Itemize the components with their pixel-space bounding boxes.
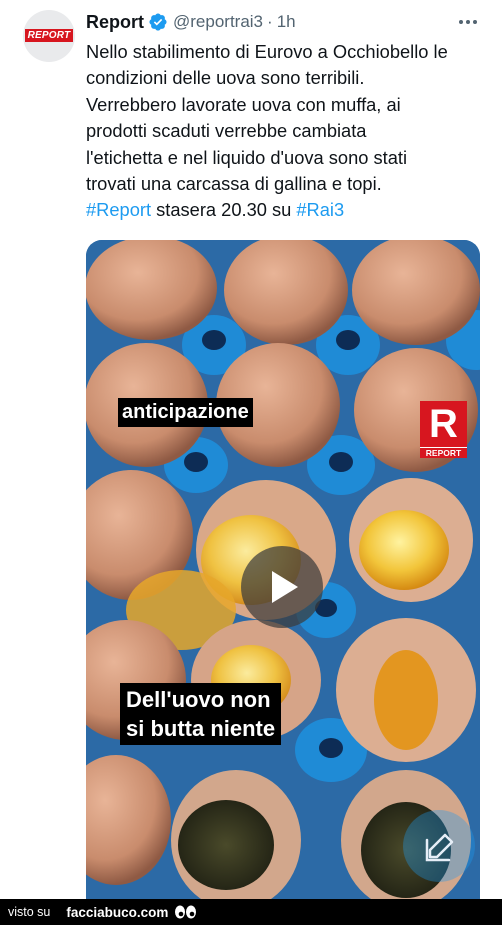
author-handle[interactable]: @reportrai3 (173, 12, 263, 32)
more-options-icon[interactable] (458, 12, 478, 32)
report-logo-letter: R (420, 401, 467, 447)
watermark-bar: visto su facciabuco.com (0, 899, 502, 925)
caption-line: si butta niente (126, 716, 276, 741)
seen-on-text: visto su (8, 905, 51, 919)
separator: · (267, 12, 273, 31)
hashtag-report-link[interactable]: #Report (86, 199, 151, 220)
tweet-line: trovati una carcassa di gallina e topi. (86, 173, 382, 195)
verified-badge-icon (149, 13, 167, 31)
compose-button[interactable] (403, 810, 475, 882)
play-button[interactable] (241, 546, 323, 628)
play-icon (272, 571, 298, 603)
eyes-icon (175, 905, 197, 919)
timestamp[interactable]: 1h (277, 12, 296, 32)
tweet-line-last: #Report stasera 20.30 su #Rai3 (86, 197, 486, 223)
compose-icon (425, 833, 454, 862)
site-name: facciabuco.com (66, 904, 169, 920)
video-caption-top: anticipazione (118, 398, 253, 427)
avatar-logo-text: REPORT (25, 29, 73, 42)
video-caption-bottom: Dell'uovo non si butta niente (120, 683, 282, 745)
hashtag-rai3-link[interactable]: #Rai3 (296, 199, 344, 220)
tweet-line: prodotti scaduti verrebbe cambiata (86, 120, 367, 142)
report-logo-word: REPORT (420, 447, 467, 458)
schedule-text: stasera 20.30 su (151, 199, 297, 221)
tweet-header: Report @reportrai3 · 1h (86, 11, 296, 33)
tweet-line: Verrebbero lavorate uova con muffa, ai (86, 93, 401, 115)
avatar[interactable]: REPORT (23, 10, 75, 62)
tweet-line: l'etichetta e nel liquido d'uova sono st… (86, 146, 408, 168)
report-logo: R REPORT (420, 401, 467, 458)
tweet-text: Nello stabilimento di Eurovo a Occhiobel… (86, 39, 486, 224)
tweet-line: Nello stabilimento di Eurovo a Occhiobel… (86, 41, 448, 62)
author-name[interactable]: Report (86, 12, 144, 33)
caption-line: Dell'uovo non (126, 687, 271, 712)
tweet-line: condizioni delle uova sono terribili. (86, 67, 365, 89)
